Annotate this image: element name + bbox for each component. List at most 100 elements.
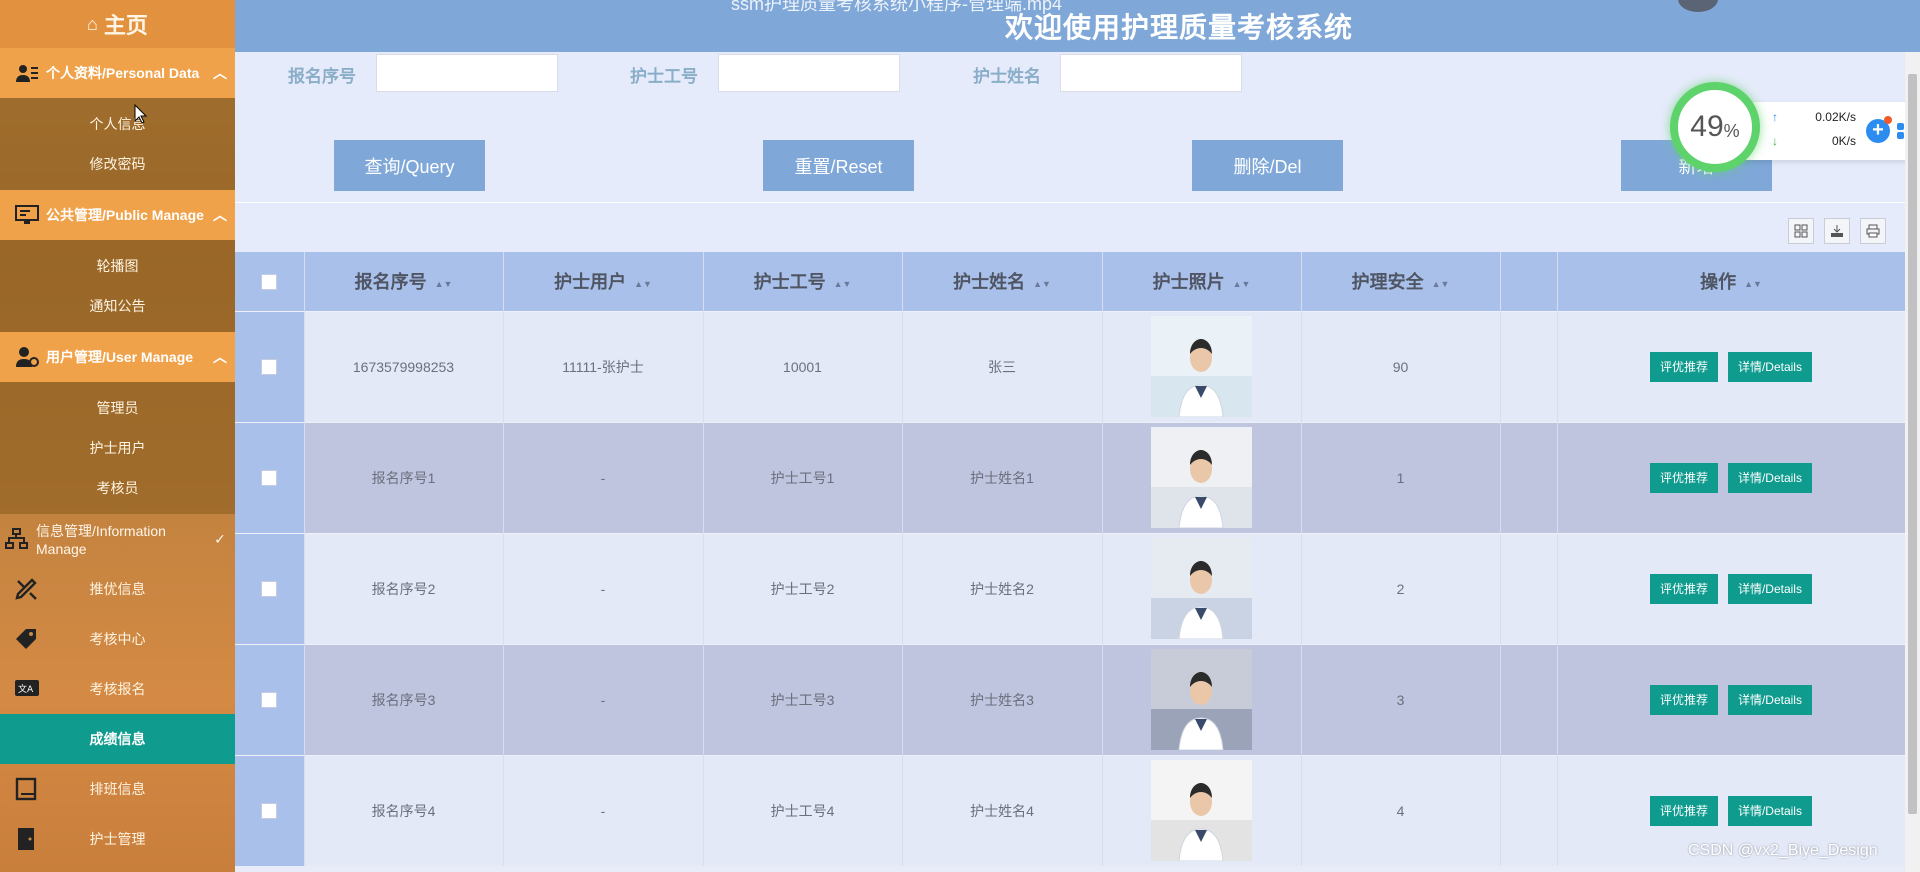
details-button[interactable]: 详情/Details <box>1727 795 1812 826</box>
sidebar-item-nurse-users[interactable]: 护士用户 <box>0 428 235 468</box>
details-button[interactable]: 详情/Details <box>1727 573 1812 604</box>
select-all-cell <box>235 252 305 311</box>
row-checkbox[interactable] <box>261 692 278 709</box>
memory-gauge[interactable]: 49% <box>1670 82 1760 172</box>
cell-safety: 3 <box>1301 643 1501 755</box>
nurse-photo[interactable] <box>1151 316 1252 417</box>
menu-personal-data[interactable]: 个人资料/Personal Data ︿ <box>0 48 235 98</box>
cell-photo <box>1102 754 1302 866</box>
nurse-photo[interactable] <box>1151 427 1252 528</box>
cell-emp-no: 护士工号4 <box>703 754 903 866</box>
cell-emp-no: 护士工号1 <box>703 421 903 533</box>
reg-no-input[interactable] <box>376 54 558 92</box>
cell-empty <box>1500 310 1558 422</box>
recommend-button[interactable]: 评优推荐 <box>1650 351 1719 382</box>
watermark: CSDN @vx2_Biye_Design <box>1688 842 1878 859</box>
sidebar-item-personal-info[interactable]: 个人信息 <box>0 104 235 144</box>
col-emp-no[interactable]: 护士工号 ▲▼ <box>703 252 903 311</box>
sidebar-item-recommend[interactable]: 推优信息 <box>0 564 235 614</box>
user-card-icon <box>14 62 40 84</box>
scrollbar[interactable] <box>1905 52 1920 872</box>
sort-icon: ▲▼ <box>1232 278 1251 289</box>
table-row[interactable]: 报名序号4 - 护士工号4 护士姓名4 4 评优推荐 详情/Details <box>235 754 1905 866</box>
export-icon <box>1831 225 1843 237</box>
avatar[interactable] <box>1678 0 1718 12</box>
sidebar-item-scores-label: 成绩信息 <box>89 731 146 747</box>
cell-reg-no: 报名序号3 <box>304 643 504 755</box>
nurse-name-label: 护士姓名 <box>973 67 1041 86</box>
col-nurse-user[interactable]: 护士用户 ▲▼ <box>503 252 704 311</box>
top-header: ssm护理质量考核系统小程序-管理端.mp4 欢迎使用护理质量考核系统 <box>235 0 1920 52</box>
details-button[interactable]: 详情/Details <box>1727 684 1812 715</box>
cell-reg-no: 1673579998253 <box>304 310 504 422</box>
select-all-checkbox[interactable] <box>261 274 278 290</box>
sidebar-item-notice[interactable]: 通知公告 <box>0 286 235 326</box>
col-photo[interactable]: 护士照片 ▲▼ <box>1102 252 1302 311</box>
svg-text:文A: 文A <box>18 683 34 695</box>
sidebar-item-carousel[interactable]: 轮播图 <box>0 246 235 286</box>
chevron-up-icon: ︿ <box>213 349 227 365</box>
row-checkbox[interactable] <box>261 470 278 487</box>
col-reg-no[interactable]: 报名序号 ▲▼ <box>304 252 504 311</box>
menu-public-manage[interactable]: 公共管理/Public Manage ︿ <box>0 190 235 240</box>
col-actions[interactable]: 操作 ▲▼ <box>1557 252 1905 311</box>
query-button[interactable]: 查询/Query <box>334 140 485 191</box>
recommend-button[interactable]: 评优推荐 <box>1650 573 1719 604</box>
columns-toggle-button[interactable] <box>1788 218 1814 244</box>
row-checkbox[interactable] <box>261 359 278 376</box>
menu-public-manage-label: 公共管理/Public Manage <box>46 207 204 223</box>
recommend-button[interactable]: 评优推荐 <box>1650 462 1719 493</box>
cell-safety: 2 <box>1301 532 1501 644</box>
print-button[interactable] <box>1860 218 1886 244</box>
sidebar-item-exam-center[interactable]: 考核中心 <box>0 614 235 664</box>
nurse-photo[interactable] <box>1151 538 1252 639</box>
gauge-percent-sign: % <box>1723 120 1740 141</box>
cell-photo <box>1102 643 1302 755</box>
export-button[interactable] <box>1824 218 1850 244</box>
table-row[interactable]: 报名序号2 - 护士工号2 护士姓名2 2 评优推荐 详情/Details <box>235 532 1905 644</box>
cell-photo <box>1102 421 1302 533</box>
details-button[interactable]: 详情/Details <box>1727 351 1812 382</box>
sidebar-item-admin[interactable]: 管理员 <box>0 388 235 428</box>
row-checkbox[interactable] <box>261 581 278 598</box>
nurse-name-input[interactable] <box>1060 54 1242 92</box>
sidebar-item-schedule[interactable]: 排班信息 <box>0 764 235 814</box>
nurse-photo[interactable] <box>1151 649 1252 750</box>
home-link[interactable]: ⌂ 主页 <box>0 0 235 48</box>
table-row[interactable]: 1673579998253 11111-张护士 10001 张三 90 评优推荐… <box>235 310 1905 422</box>
recommend-button[interactable]: 评优推荐 <box>1650 684 1719 715</box>
scrollbar-thumb[interactable] <box>1908 74 1917 814</box>
search-panel: 报名序号 护士工号 护士姓名 查询/Query 重置/Reset 删除/Del … <box>235 52 1905 202</box>
table-header-row: 报名序号 ▲▼ 护士用户 ▲▼ 护士工号 ▲▼ 护士姓名 ▲▼ 护士照片 ▲▼ 护理安全 ▲… <box>235 252 1905 311</box>
data-table: 报名序号 ▲▼ 护士用户 ▲▼ 护士工号 ▲▼ 护士姓名 ▲▼ 护士照片 ▲▼ 护理安全 ▲… <box>235 252 1905 872</box>
cell-nurse-name: 张三 <box>902 310 1103 422</box>
sort-icon: ▲▼ <box>434 278 453 289</box>
table-toolbar <box>235 202 1905 252</box>
sidebar-item-nurse-manage[interactable]: 护士管理 <box>0 814 235 864</box>
home-label: 主页 <box>103 13 148 38</box>
table-row[interactable]: 报名序号1 - 护士工号1 护士姓名1 1 评优推荐 详情/Details <box>235 421 1905 533</box>
sidebar-item-examiner[interactable]: 考核员 <box>0 468 235 508</box>
row-checkbox[interactable] <box>261 803 278 820</box>
sidebar-item-exam-signup[interactable]: 文A 考核报名 <box>0 664 235 714</box>
delete-button[interactable]: 删除/Del <box>1192 140 1343 191</box>
emp-no-input[interactable] <box>718 54 900 92</box>
details-button[interactable]: 详情/Details <box>1727 462 1812 493</box>
menu-information-manage[interactable]: 信息管理/Information Manage ✓ <box>0 514 235 564</box>
nurse-photo[interactable] <box>1151 760 1252 862</box>
menu-user-manage[interactable]: 用户管理/User Manage ︿ <box>0 332 235 382</box>
download-speed: 0K/s <box>1831 134 1856 148</box>
cell-safety: 4 <box>1301 754 1501 866</box>
sitemap-icon <box>4 528 30 550</box>
upload-speed: 0.02K/s <box>1815 110 1856 124</box>
recommend-button[interactable]: 评优推荐 <box>1650 795 1719 826</box>
table-row[interactable]: 报名序号3 - 护士工号3 护士姓名3 3 评优推荐 详情/Details <box>235 643 1905 755</box>
sidebar-item-scores[interactable]: 成绩信息 <box>0 714 235 764</box>
col-safety[interactable]: 护理安全 ▲▼ <box>1301 252 1501 311</box>
user-gear-icon <box>14 346 40 368</box>
sidebar-item-change-password[interactable]: 修改密码 <box>0 144 235 184</box>
col-nurse-name[interactable]: 护士姓名 ▲▼ <box>902 252 1103 311</box>
cell-emp-no: 10001 <box>703 310 903 422</box>
reset-button[interactable]: 重置/Reset <box>763 140 914 191</box>
gauge-percent: 49 <box>1690 110 1724 143</box>
